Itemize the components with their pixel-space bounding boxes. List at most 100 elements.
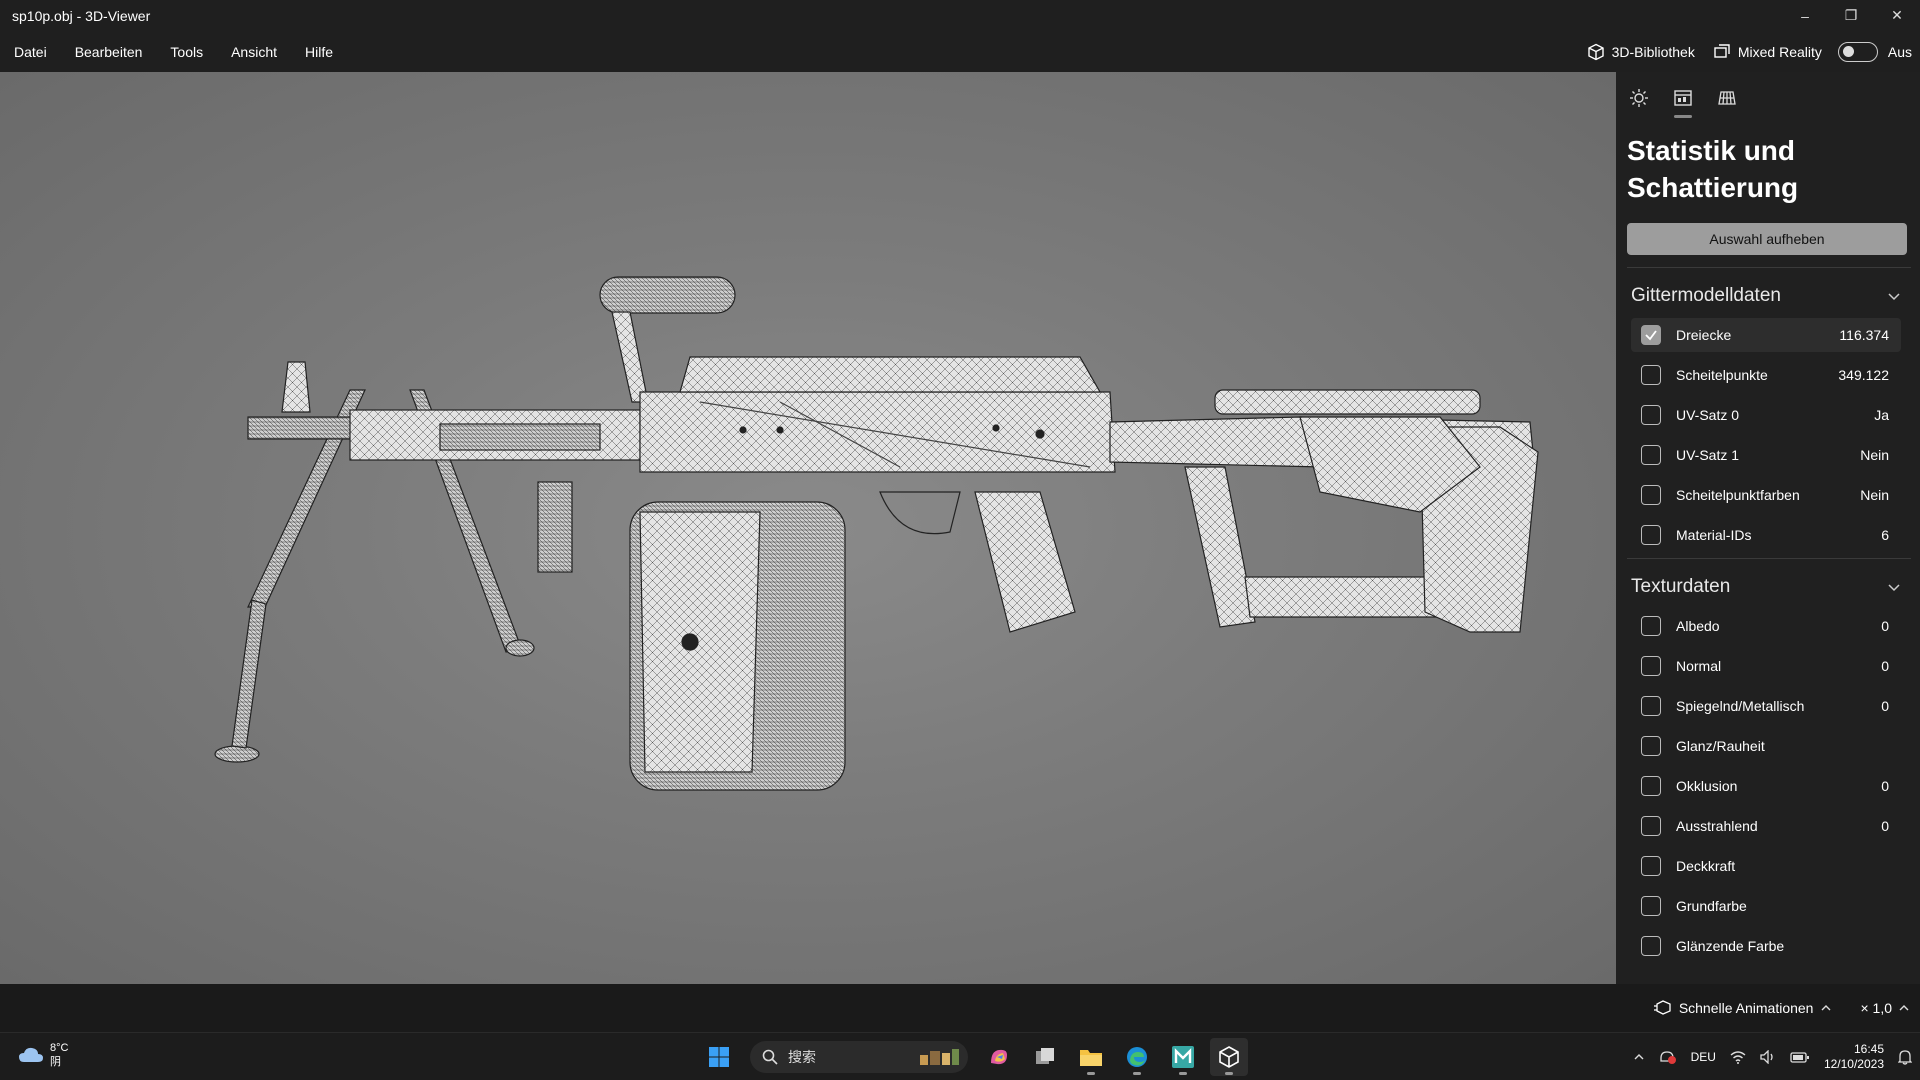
tab-statistics[interactable]: [1669, 84, 1697, 118]
minimize-button[interactable]: –: [1782, 0, 1828, 31]
system-tray: DEU 16:45 12/10/2023: [1633, 1033, 1912, 1080]
menu-help[interactable]: Hilfe: [305, 44, 333, 60]
list-item[interactable]: Dreiecke 116.374: [1631, 318, 1901, 352]
chevron-down-icon: [1888, 293, 1900, 301]
notification-bell-icon[interactable]: [1898, 1049, 1912, 1065]
start-button[interactable]: [700, 1038, 738, 1076]
section-texture-data-header[interactable]: Texturdaten: [1631, 573, 1901, 601]
3d-viewport[interactable]: [0, 72, 1616, 984]
tab-grid[interactable]: [1713, 84, 1741, 112]
speed-button[interactable]: × 1,0: [1860, 1000, 1910, 1016]
copilot-button[interactable]: [980, 1038, 1018, 1076]
checkbox[interactable]: [1641, 616, 1661, 636]
mixed-reality-toggle[interactable]: [1837, 41, 1878, 62]
list-item[interactable]: Spiegelnd/Metallisch 0: [1631, 689, 1901, 723]
menu-tools[interactable]: Tools: [170, 44, 203, 60]
cube-icon: [1587, 43, 1604, 60]
maya-button[interactable]: [1164, 1038, 1202, 1076]
row-value: 0: [1881, 698, 1889, 714]
row-value: 0: [1881, 618, 1889, 634]
divider: [1627, 267, 1911, 268]
wifi-icon[interactable]: [1730, 1050, 1746, 1064]
menu-file[interactable]: Datei: [14, 44, 47, 60]
list-item[interactable]: Material-IDs 6: [1631, 518, 1901, 552]
checkbox[interactable]: [1641, 485, 1661, 505]
row-value: 0: [1881, 658, 1889, 674]
deselect-button[interactable]: Auswahl aufheben: [1627, 223, 1907, 255]
row-label: UV-Satz 1: [1676, 447, 1740, 463]
close-button[interactable]: ✕: [1874, 0, 1920, 31]
checkbox[interactable]: [1641, 656, 1661, 676]
list-item[interactable]: UV-Satz 1 Nein: [1631, 438, 1901, 472]
tab-lighting[interactable]: [1625, 84, 1653, 112]
row-value: Nein: [1860, 447, 1889, 463]
checkbox[interactable]: [1641, 936, 1661, 956]
search-highlight-icon: [920, 1049, 959, 1065]
security-icon[interactable]: [1659, 1049, 1677, 1065]
list-item[interactable]: Grundfarbe: [1631, 889, 1901, 923]
checkbox[interactable]: [1641, 525, 1661, 545]
row-value: 0: [1881, 818, 1889, 834]
list-item[interactable]: Glanz/Rauheit: [1631, 729, 1901, 763]
list-item[interactable]: Deckkraft: [1631, 849, 1901, 883]
chevron-up-icon: [1821, 1005, 1831, 1011]
list-item[interactable]: Normal 0: [1631, 649, 1901, 683]
checkbox[interactable]: [1641, 365, 1661, 385]
task-view-button[interactable]: [1026, 1038, 1064, 1076]
list-item[interactable]: UV-Satz 0 Ja: [1631, 398, 1901, 432]
row-value: 116.374: [1839, 327, 1889, 343]
list-item[interactable]: Ausstrahlend 0: [1631, 809, 1901, 843]
menu-edit[interactable]: Bearbeiten: [75, 44, 143, 60]
file-explorer-button[interactable]: [1072, 1038, 1110, 1076]
maximize-button[interactable]: ❐: [1828, 0, 1874, 31]
row-label: UV-Satz 0: [1676, 407, 1740, 423]
volume-icon[interactable]: [1760, 1050, 1776, 1064]
weather-widget[interactable]: 8°C 阴: [18, 1041, 68, 1069]
list-item[interactable]: Glänzende Farbe: [1631, 929, 1901, 963]
battery-icon[interactable]: [1790, 1050, 1810, 1064]
checkbox[interactable]: [1641, 896, 1661, 916]
wireframe-model: [214, 276, 1539, 791]
checkbox[interactable]: [1641, 325, 1661, 345]
checkbox[interactable]: [1641, 696, 1661, 716]
folder-icon: [1080, 1050, 1102, 1066]
menu-view[interactable]: Ansicht: [231, 44, 277, 60]
menu-bar: Datei Bearbeiten Tools Ansicht Hilfe 3D-…: [0, 31, 1920, 72]
taskbar-search[interactable]: 搜索: [750, 1041, 968, 1073]
list-item[interactable]: Scheitelpunkte 349.122: [1631, 358, 1901, 392]
row-label: Material-IDs: [1676, 527, 1752, 543]
3d-viewer-button[interactable]: [1210, 1038, 1248, 1076]
row-value: 349.122: [1838, 367, 1889, 383]
row-label: Deckkraft: [1676, 858, 1736, 874]
search-placeholder: 搜索: [788, 1049, 816, 1065]
checkbox[interactable]: [1641, 776, 1661, 796]
row-value: 6: [1881, 527, 1889, 543]
search-icon: [762, 1049, 778, 1065]
properties-panel: Statistik und Schattierung Auswahl aufhe…: [1616, 72, 1920, 984]
grid-icon: [1718, 91, 1736, 105]
checkbox[interactable]: [1641, 816, 1661, 836]
windows-icon: [709, 1047, 729, 1067]
3d-library-button[interactable]: 3D-Bibliothek: [1587, 43, 1695, 61]
language-indicator[interactable]: DEU: [1691, 1050, 1716, 1064]
mixed-reality-button[interactable]: Mixed Reality: [1713, 43, 1822, 61]
clock[interactable]: 16:45 12/10/2023: [1824, 1042, 1884, 1072]
list-item[interactable]: Albedo 0: [1631, 609, 1901, 643]
animations-button[interactable]: Schnelle Animationen: [1653, 1000, 1833, 1016]
row-label: Normal: [1676, 658, 1722, 674]
row-value: 0: [1881, 778, 1889, 794]
checkbox[interactable]: [1641, 856, 1661, 876]
mixed-reality-icon: [1714, 43, 1730, 58]
checkbox[interactable]: [1641, 445, 1661, 465]
list-item[interactable]: Okklusion 0: [1631, 769, 1901, 803]
mixed-reality-label: Mixed Reality: [1737, 43, 1822, 60]
section-mesh-data-header[interactable]: Gittermodelldaten: [1631, 282, 1901, 310]
list-item[interactable]: Scheitelpunktfarben Nein: [1631, 478, 1901, 512]
row-value: Nein: [1860, 487, 1889, 503]
row-label: Scheitelpunkte: [1676, 367, 1768, 383]
checkbox[interactable]: [1641, 736, 1661, 756]
maya-icon: [1172, 1046, 1194, 1068]
chevron-up-icon[interactable]: [1633, 1051, 1645, 1063]
edge-button[interactable]: [1118, 1038, 1156, 1076]
checkbox[interactable]: [1641, 405, 1661, 425]
